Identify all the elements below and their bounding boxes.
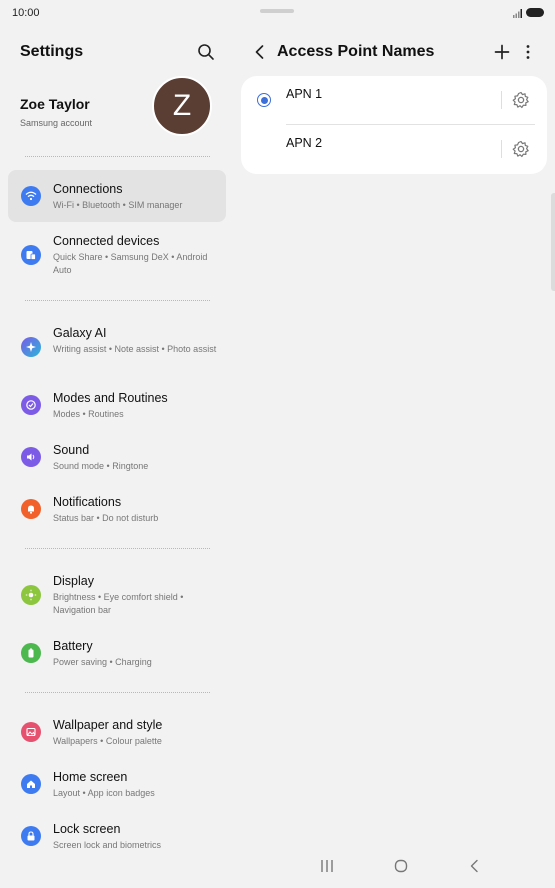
- apn-row[interactable]: APN 2: [241, 125, 547, 174]
- menu-item-title: Display: [53, 574, 94, 588]
- battery-icon: [21, 643, 41, 663]
- menu-item-title: Galaxy AI: [53, 326, 107, 340]
- menu-item-title: Lock screen: [53, 822, 121, 836]
- drag-handle[interactable]: [260, 9, 294, 13]
- divider: [25, 156, 210, 157]
- devices-icon: [21, 245, 41, 265]
- menu-item-title: Notifications: [53, 495, 122, 509]
- avatar[interactable]: Z: [152, 76, 212, 136]
- status-bar: 10:00: [0, 0, 555, 28]
- menu-item-sound[interactable]: Sound Sound mode • Ringtone: [8, 431, 226, 483]
- apn-row[interactable]: APN 1: [241, 76, 547, 125]
- menu-item-subtitle: Writing assist • Note assist • Photo ass…: [53, 344, 217, 354]
- menu-item-title: Battery: [53, 639, 93, 653]
- more-options-icon[interactable]: [521, 42, 535, 62]
- menu-item-subtitle: Power saving • Charging: [53, 657, 152, 667]
- menu-item-connected-devices[interactable]: Connected devices Quick Share • Samsung …: [8, 222, 226, 275]
- divider: [25, 692, 210, 693]
- menu-item-connections[interactable]: Connections Wi-Fi • Bluetooth • SIM mana…: [8, 170, 226, 222]
- image-icon: [21, 722, 41, 742]
- menu-item-subtitle: Wallpapers • Colour palette: [53, 736, 162, 746]
- add-icon[interactable]: [492, 42, 512, 62]
- menu-item-subtitle: Wi-Fi • Bluetooth • SIM manager: [53, 200, 183, 210]
- menu-item-modes-routines[interactable]: Modes and Routines Modes • Routines: [8, 379, 226, 431]
- sun-icon: [21, 585, 41, 605]
- menu-item-subtitle: Brightness • Eye comfort shield • Naviga…: [53, 592, 184, 615]
- profile-name: Zoe Taylor: [20, 96, 90, 112]
- menu-item-wallpaper-style[interactable]: Wallpaper and style Wallpapers • Colour …: [8, 706, 226, 758]
- gear-icon[interactable]: [511, 139, 531, 159]
- menu-item-subtitle: Layout • App icon badges: [53, 788, 155, 798]
- menu-item-subtitle: Sound mode • Ringtone: [53, 461, 149, 471]
- check-circle-icon: [21, 395, 41, 415]
- separator: [501, 140, 502, 158]
- menu-item-title: Connections: [53, 182, 123, 196]
- apn-list: APN 1 APN 2: [241, 76, 547, 174]
- profile-account-label: Samsung account: [20, 118, 93, 128]
- lock-icon: [21, 826, 41, 846]
- status-time: 10:00: [12, 7, 40, 19]
- menu-item-title: Home screen: [53, 770, 128, 784]
- signal-icon: [513, 9, 522, 18]
- home-button-icon[interactable]: [391, 857, 411, 875]
- menu-item-subtitle: Modes • Routines: [53, 409, 124, 419]
- separator: [501, 91, 502, 109]
- bell-icon: [21, 499, 41, 519]
- menu-item-title: Modes and Routines: [53, 391, 168, 405]
- menu-item-title: Connected devices: [53, 234, 160, 248]
- apn-name: APN 2: [286, 136, 323, 150]
- page-title: Access Point Names: [277, 43, 435, 60]
- menu-item-title: Sound: [53, 443, 90, 457]
- menu-item-home-screen[interactable]: Home screen Layout • App icon badges: [8, 758, 226, 810]
- apn-name: APN 1: [286, 87, 323, 101]
- menu-item-subtitle: Status bar • Do not disturb: [53, 513, 159, 523]
- back-icon[interactable]: [250, 42, 270, 62]
- navigation-bar: [0, 844, 555, 888]
- apn-radio-selected[interactable]: [257, 93, 271, 107]
- menu-item-notifications[interactable]: Notifications Status bar • Do not distur…: [8, 483, 226, 535]
- search-icon[interactable]: [196, 42, 216, 62]
- gear-icon[interactable]: [511, 90, 531, 110]
- recent-apps-icon[interactable]: [317, 857, 337, 875]
- sparkle-icon: [21, 337, 41, 357]
- menu-item-display[interactable]: Display Brightness • Eye comfort shield …: [8, 562, 226, 615]
- menu-item-galaxy-ai[interactable]: Galaxy AI Writing assist • Note assist •…: [8, 314, 226, 366]
- side-panel-handle[interactable]: [551, 193, 555, 291]
- divider: [25, 300, 210, 301]
- menu-item-battery[interactable]: Battery Power saving • Charging: [8, 627, 226, 679]
- wifi-icon: [21, 186, 41, 206]
- speaker-icon: [21, 447, 41, 467]
- menu-item-title: Wallpaper and style: [53, 718, 163, 732]
- menu-item-subtitle: Quick Share • Samsung DeX • Android Auto: [53, 252, 208, 275]
- back-nav-icon[interactable]: [465, 857, 485, 875]
- battery-status-icon: [526, 8, 544, 17]
- settings-title: Settings: [20, 43, 84, 60]
- divider: [25, 548, 210, 549]
- home-icon: [21, 774, 41, 794]
